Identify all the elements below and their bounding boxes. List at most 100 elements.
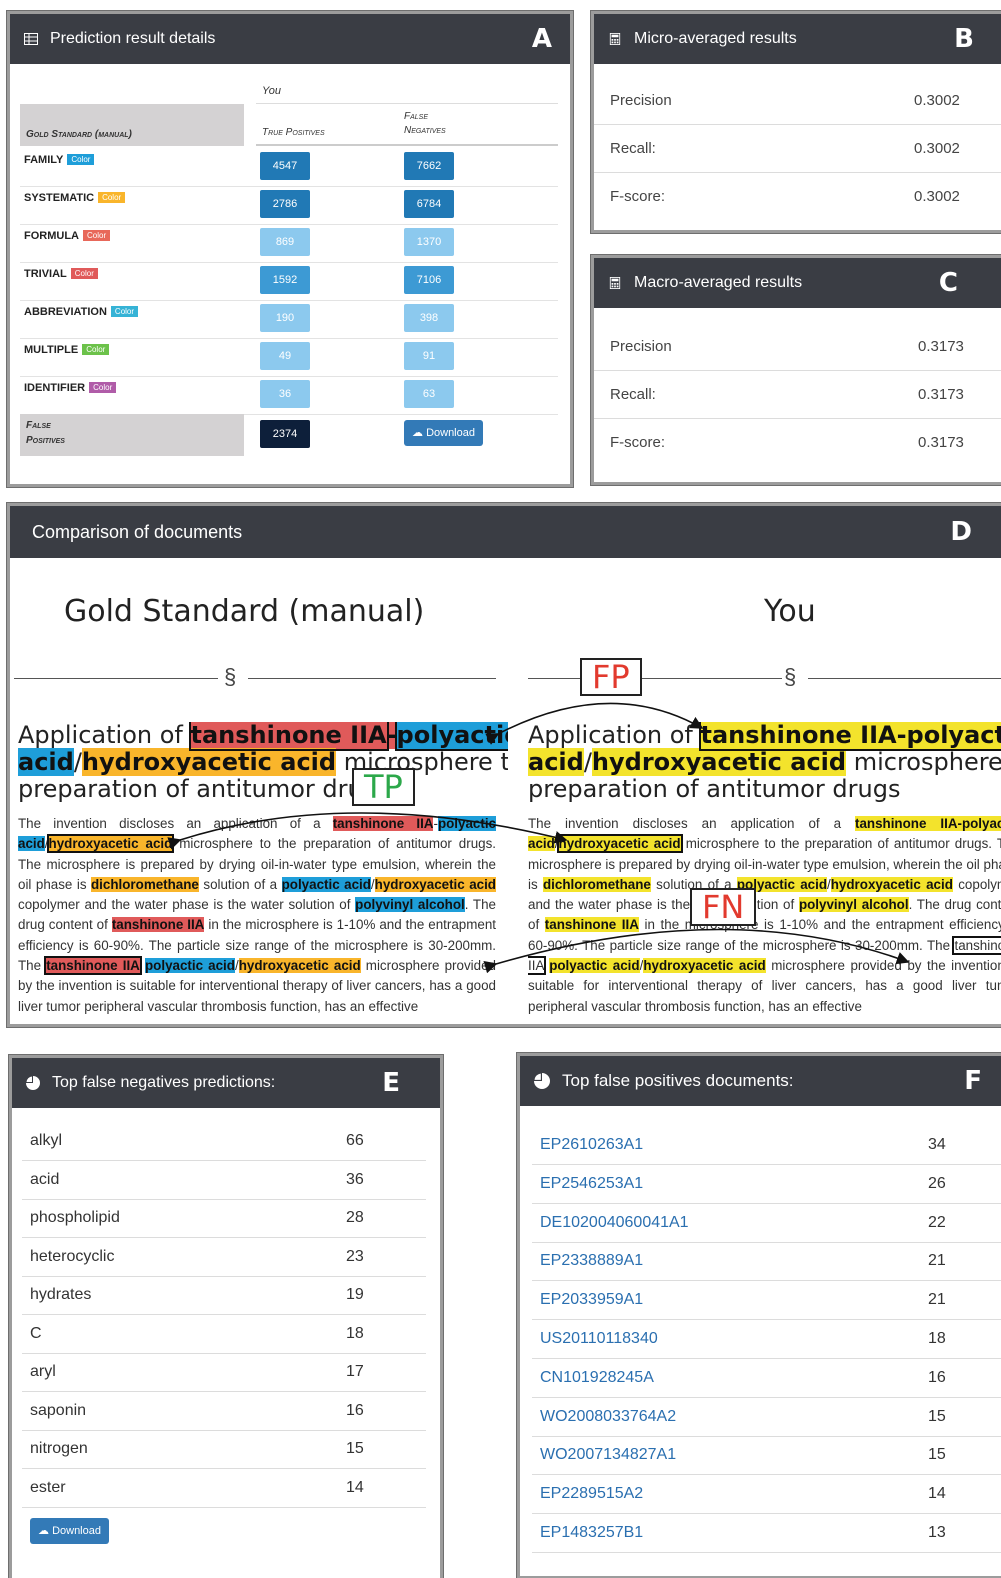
- document-link[interactable]: EP2610263A1: [540, 1126, 643, 1164]
- document-link[interactable]: EP2289515A2: [540, 1475, 643, 1513]
- tp-arrow: [180, 813, 566, 840]
- true-positives-header: True Positives: [256, 104, 398, 146]
- false-negative-count[interactable]: 398: [404, 304, 454, 332]
- term-label: alkyl: [30, 1122, 62, 1160]
- document-link[interactable]: WO2007134827A1: [540, 1436, 676, 1474]
- panel-letter-e: E: [382, 1068, 400, 1098]
- category-name: MULTIPLEColor: [24, 344, 109, 356]
- document-link[interactable]: EP2033959A1: [540, 1281, 643, 1319]
- prediction-details-panel: Prediction result details A You Gold Sta…: [10, 14, 570, 484]
- document-link[interactable]: EP2338889A1: [540, 1242, 643, 1280]
- color-badge[interactable]: Color: [82, 344, 109, 355]
- color-badge[interactable]: Color: [67, 154, 94, 165]
- true-positive-count[interactable]: 36: [260, 380, 310, 408]
- category-row-trivial: TRIVIALColor 1592 7106: [20, 262, 558, 301]
- download-button[interactable]: ☁ Download: [30, 1518, 109, 1544]
- list-item: WO2008033764A215: [532, 1398, 1001, 1437]
- tp-tag-text: TP: [364, 768, 403, 806]
- true-positive-count[interactable]: 869: [260, 228, 310, 256]
- term-count: 14: [346, 1469, 364, 1507]
- document-count: 26: [928, 1165, 946, 1203]
- term-label: C: [30, 1315, 42, 1353]
- micro-precision-row: Precision0.3002: [594, 78, 1001, 125]
- list-item: alkyl66: [22, 1122, 426, 1161]
- false-negative-count[interactable]: 91: [404, 342, 454, 370]
- color-badge[interactable]: Color: [83, 230, 110, 241]
- false-negative-count[interactable]: 7106: [404, 266, 454, 294]
- calculator-icon: [608, 277, 622, 289]
- list-item: US20110118340 18: [532, 1320, 1001, 1359]
- category-row-multiple: MULTIPLEColor 49 91: [20, 338, 558, 377]
- true-positive-count[interactable]: 1592: [260, 266, 310, 294]
- document-link[interactable]: EP2546253A1: [540, 1165, 643, 1203]
- fn-tag-text: FN: [702, 888, 744, 926]
- macro-recall-row: Recall: 0.3173: [594, 372, 1001, 419]
- panel-b-title: Micro-averaged results: [634, 30, 797, 48]
- metric-value: 0.3173: [918, 372, 964, 418]
- color-badge[interactable]: Color: [111, 306, 138, 317]
- term-count: 19: [346, 1276, 364, 1314]
- false-positives-count[interactable]: 2374: [260, 420, 310, 448]
- metric-label: F-score:: [610, 174, 665, 220]
- list-item: EP1483257B1 13: [532, 1514, 1001, 1553]
- list-item: phospholipid28: [22, 1199, 426, 1238]
- color-badge[interactable]: Color: [98, 192, 125, 203]
- panel-letter-a: A: [532, 24, 552, 54]
- fp-label-line1: False: [26, 418, 244, 433]
- download-button[interactable]: ☁ Download: [404, 420, 483, 446]
- document-count: 14: [928, 1475, 946, 1513]
- color-badge[interactable]: Color: [71, 268, 98, 279]
- true-positive-count[interactable]: 4547: [260, 152, 310, 180]
- false-negative-count[interactable]: 6784: [404, 190, 454, 218]
- macro-averaged-panel: Macro-averaged results C Precision0.3173…: [594, 258, 1001, 482]
- true-positive-count[interactable]: 2786: [260, 190, 310, 218]
- fp-label-line2: Positives: [26, 433, 244, 448]
- false-negative-count[interactable]: 1370: [404, 228, 454, 256]
- top-false-positives-panel: Top false positives documents: F EP26102…: [520, 1056, 1001, 1576]
- document-link[interactable]: EP1483257B1: [540, 1514, 643, 1552]
- list-item: CN101928245A 16: [532, 1359, 1001, 1398]
- micro-fscore-row: F-score: 0.3002: [594, 174, 1001, 220]
- document-link[interactable]: DE102004060041A1: [540, 1204, 689, 1242]
- document-count: 16: [928, 1359, 946, 1397]
- document-link[interactable]: US20110118340: [540, 1320, 658, 1358]
- list-item: heterocyclic 23: [22, 1238, 426, 1277]
- panel-a-title: Prediction result details: [50, 30, 215, 48]
- list-item: EP2338889A121: [532, 1242, 1001, 1281]
- list-item: hydrates19: [22, 1276, 426, 1315]
- gold-standard-header: Gold Standard (manual): [20, 104, 244, 146]
- category-row-formula: FORMULAColor8691370: [20, 224, 558, 263]
- category-row-identifier: IDENTIFIERColor 36 63: [20, 376, 558, 415]
- category-name: FAMILY Color: [24, 154, 94, 166]
- macro-fscore-row: F-score:0.3173: [594, 420, 1001, 466]
- true-positive-count[interactable]: 49: [260, 342, 310, 370]
- term-count: 15: [346, 1430, 364, 1468]
- category-label: ABBREVIATION: [24, 306, 107, 318]
- term-label: ester: [30, 1469, 66, 1507]
- tp-tag: TP: [352, 768, 415, 806]
- annotation-arrows: [10, 506, 1001, 1024]
- document-link[interactable]: WO2008033764A2: [540, 1398, 676, 1436]
- false-negative-count[interactable]: 7662: [404, 152, 454, 180]
- term-label: heterocyclic: [30, 1238, 114, 1276]
- true-positive-count[interactable]: 190: [260, 304, 310, 332]
- term-label: aryl: [30, 1353, 56, 1391]
- document-count: 18: [928, 1320, 946, 1358]
- category-name: TRIVIALColor: [24, 268, 98, 280]
- metric-label: Recall:: [610, 126, 656, 172]
- metric-value: 0.3002: [914, 174, 960, 220]
- category-name: IDENTIFIERColor: [24, 382, 116, 394]
- calculator-icon: [608, 33, 622, 45]
- metric-label: Recall:: [610, 372, 656, 418]
- list-item: ester 14: [22, 1469, 426, 1508]
- document-link[interactable]: CN101928245A: [540, 1359, 654, 1397]
- term-count: 17: [346, 1353, 364, 1391]
- panel-e-header: Top false negatives predictions: E: [12, 1058, 440, 1108]
- document-count: 13: [928, 1514, 946, 1552]
- category-row-family: FAMILY Color 4547 7662: [20, 148, 558, 187]
- category-label: FAMILY: [24, 154, 63, 166]
- false-negative-count[interactable]: 63: [404, 380, 454, 408]
- color-badge[interactable]: Color: [89, 382, 116, 393]
- term-count: 23: [346, 1238, 364, 1276]
- metric-label: Precision: [610, 324, 672, 370]
